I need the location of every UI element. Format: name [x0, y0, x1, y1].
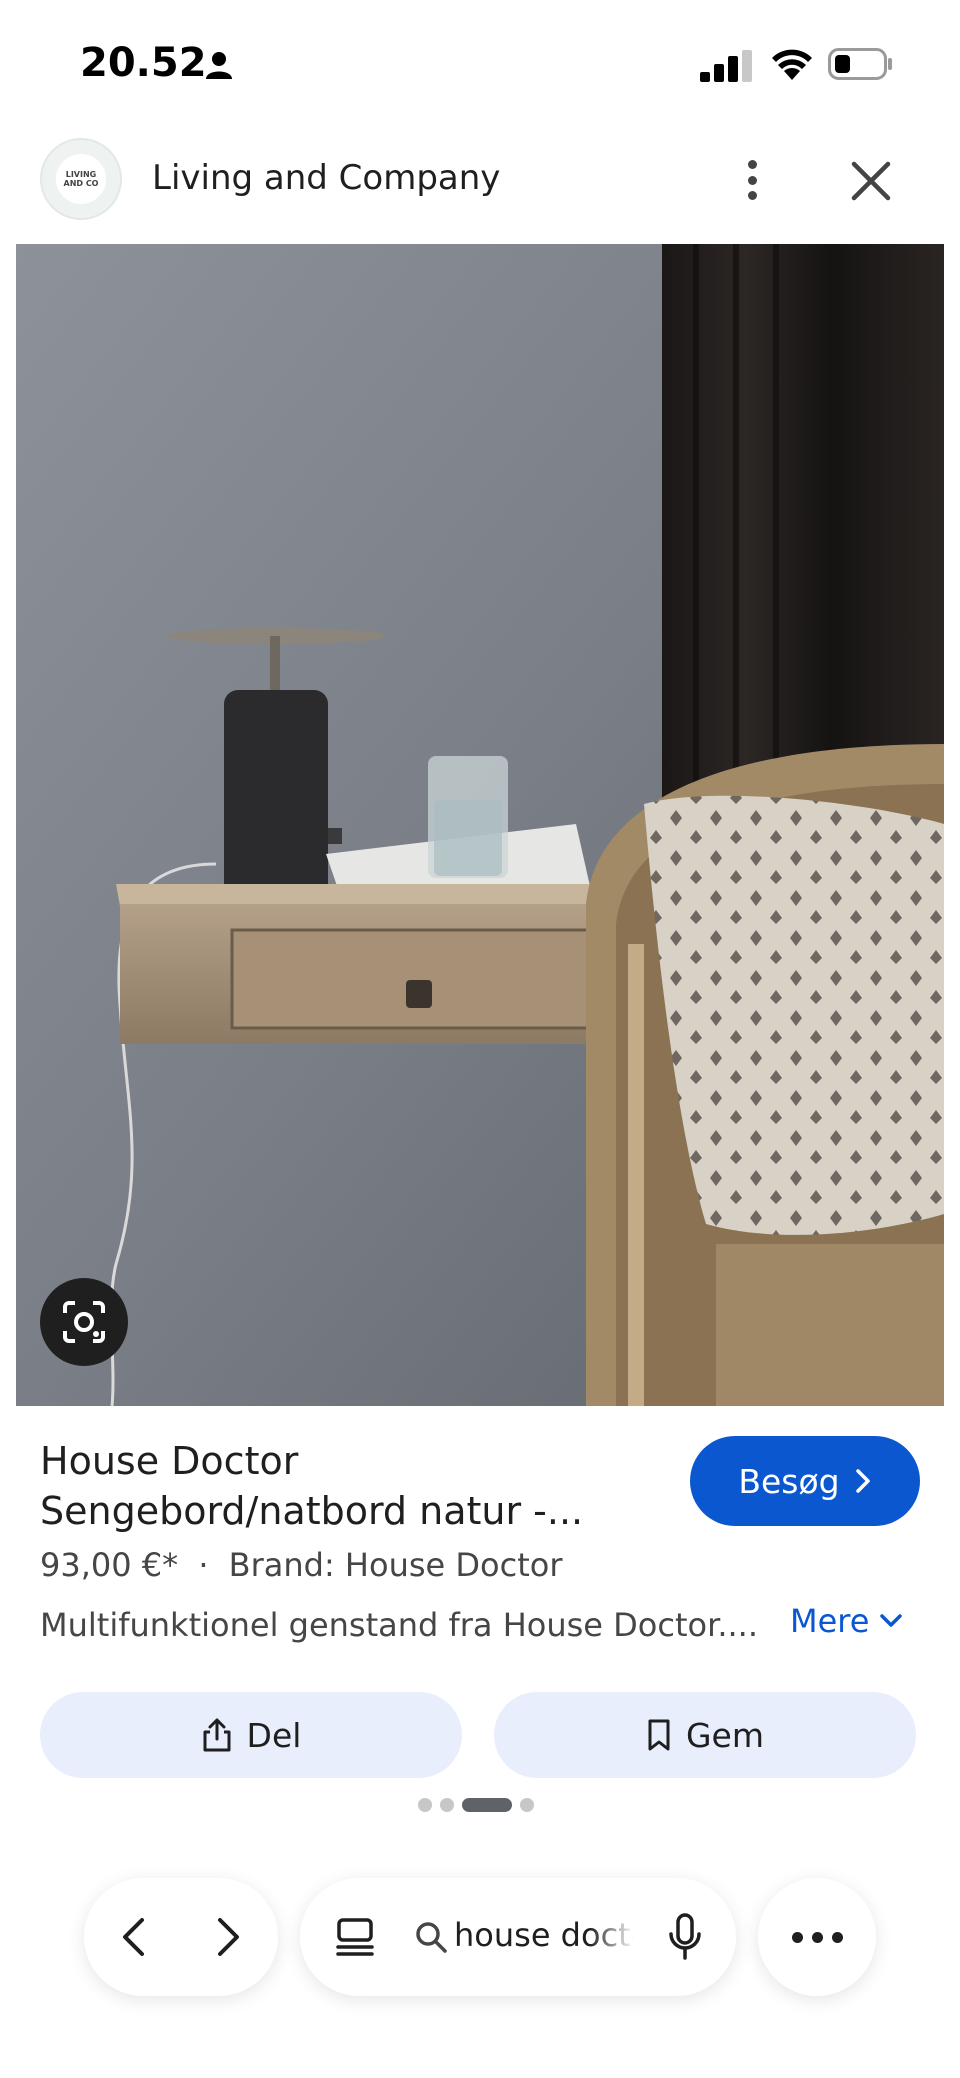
product-price: 93,00 €* [40, 1546, 179, 1584]
signal-icon [700, 50, 752, 82]
page-dot[interactable] [418, 1798, 432, 1812]
back-icon[interactable] [112, 1914, 158, 1960]
search-query[interactable]: house doctor [454, 1916, 634, 1954]
site-logo[interactable]: LIVING AND CO [40, 138, 122, 220]
save-label: Gem [685, 1715, 765, 1755]
logo-text: LIVING AND CO [56, 154, 106, 204]
product-photo [16, 244, 944, 1406]
product-title[interactable]: House Doctor Sengebord/natbord natur -..… [40, 1436, 640, 1536]
lens-icon [63, 1301, 105, 1343]
nav-pill [84, 1878, 278, 1996]
product-image[interactable] [16, 244, 944, 1406]
status-bar: 20.52 [0, 0, 960, 130]
more-vert-icon[interactable] [736, 154, 768, 206]
bookmark-icon [648, 1719, 670, 1751]
more-button[interactable]: Mere [790, 1602, 903, 1640]
lens-button[interactable] [40, 1278, 128, 1366]
save-button[interactable]: Gem [494, 1692, 916, 1778]
page-dot[interactable] [520, 1798, 534, 1812]
search-pill[interactable]: house doctor [300, 1878, 736, 1996]
person-icon [206, 52, 232, 79]
page-dot[interactable] [440, 1798, 454, 1812]
battery-icon [828, 48, 892, 80]
close-icon[interactable] [846, 156, 896, 206]
wifi-icon [772, 49, 812, 80]
more-horiz-icon[interactable] [758, 1878, 876, 1996]
forward-icon[interactable] [204, 1914, 250, 1960]
share-icon [203, 1718, 231, 1752]
page-dot-active[interactable] [462, 1798, 512, 1812]
chevron-down-icon [880, 1614, 903, 1627]
status-time: 20.52 [80, 40, 207, 86]
pagination-dots [418, 1798, 534, 1812]
product-description: Multifunktionel genstand fra House Docto… [40, 1606, 758, 1644]
product-brand: Brand: House Doctor [228, 1546, 563, 1584]
tabs-icon[interactable] [334, 1916, 376, 1958]
chevron-right-icon [855, 1469, 870, 1493]
meta-separator: · [198, 1546, 209, 1584]
share-label: Del [246, 1715, 302, 1755]
share-button[interactable]: Del [40, 1692, 462, 1778]
browser-bottom-bar: house doctor [0, 1870, 960, 2010]
search-icon [416, 1922, 447, 1953]
more-label: Mere [790, 1602, 870, 1640]
mic-icon[interactable] [666, 1912, 704, 1962]
visit-label: Besøg [738, 1461, 840, 1501]
visit-button[interactable]: Besøg [690, 1436, 920, 1526]
site-name[interactable]: Living and Company [152, 158, 500, 198]
source-header: LIVING AND CO Living and Company [0, 130, 960, 242]
product-meta: 93,00 €* · Brand: House Doctor [40, 1546, 562, 1584]
